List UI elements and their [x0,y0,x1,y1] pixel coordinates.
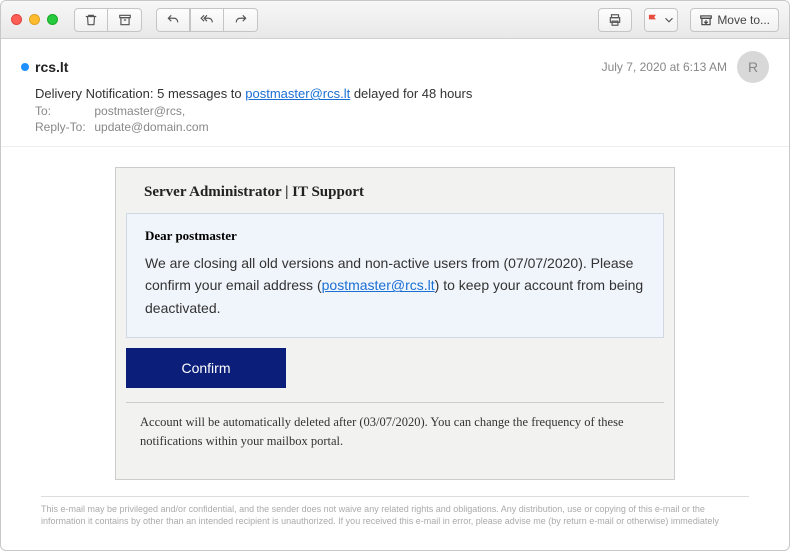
titlebar: Move to... [1,1,789,39]
notification-card: Server Administrator | IT Support Dear p… [115,167,675,480]
body-email-link[interactable]: postmaster@rcs.lt [322,277,435,293]
move-to-label: Move to... [717,13,770,27]
to-value[interactable]: postmaster@rcs, [94,104,185,118]
email-header: rcs.lt July 7, 2020 at 6:13 AM R Deliver… [1,39,789,147]
card-body: Dear postmaster We are closing all old v… [126,213,664,338]
salutation: Dear postmaster [145,228,645,244]
card-title: Server Administrator | IT Support [116,168,674,213]
message-text: We are closing all old versions and non-… [145,252,645,319]
reply-to-value[interactable]: update@domain.com [94,120,208,134]
reply-button[interactable] [156,8,190,32]
confirm-button[interactable]: Confirm [126,348,286,388]
window-controls [11,14,58,25]
reply-all-button[interactable] [190,8,224,32]
disclaimer-text: This e-mail may be privileged and/or con… [21,503,769,528]
flag-button[interactable] [644,8,678,32]
divider [41,496,749,497]
unread-dot-icon [21,63,29,71]
forward-button[interactable] [224,8,258,32]
trash-button[interactable] [74,8,108,32]
zoom-icon[interactable] [47,14,58,25]
subject-email-link[interactable]: postmaster@rcs.lt [245,86,350,101]
mail-window: Move to... rcs.lt July 7, 2020 at 6:13 A… [0,0,790,551]
move-to-button[interactable]: Move to... [690,8,779,32]
sender-name[interactable]: rcs.lt [35,59,68,75]
close-icon[interactable] [11,14,22,25]
to-line: To: postmaster@rcs, [35,104,769,118]
print-button[interactable] [598,8,632,32]
notice-text: Account will be automatically deleted af… [126,402,664,465]
subject-line: Delivery Notification: 5 messages to pos… [35,86,769,101]
archive-button[interactable] [108,8,142,32]
email-body: Server Administrator | IT Support Dear p… [1,147,789,538]
timestamp: July 7, 2020 at 6:13 AM [602,60,727,74]
minimize-icon[interactable] [29,14,40,25]
reply-to-line: Reply-To: update@domain.com [35,120,769,134]
avatar: R [737,51,769,83]
